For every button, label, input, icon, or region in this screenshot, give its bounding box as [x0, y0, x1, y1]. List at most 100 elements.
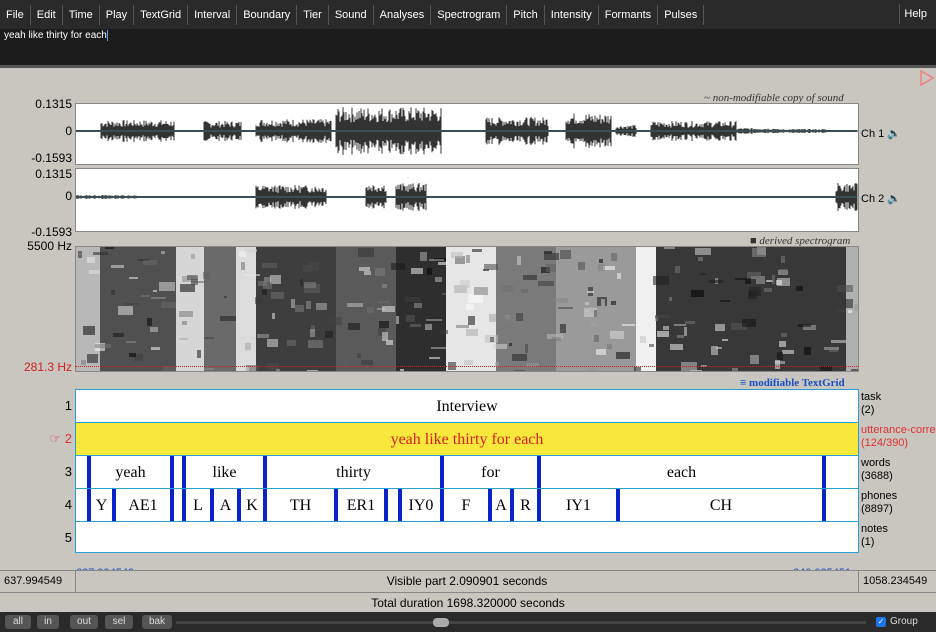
menu-spectrogram[interactable]: Spectrogram: [431, 4, 508, 25]
tier-phones[interactable]: Y AE1 L A K TH ER1 IY0 F A R IY1 CH: [76, 489, 858, 522]
menu-textgrid[interactable]: TextGrid: [134, 4, 189, 25]
tier-words[interactable]: yeah like thirty for each: [76, 456, 858, 489]
ch1-label-text: Ch 1: [861, 128, 885, 140]
menu-bar: File Edit Time Play TextGrid Interval Bo…: [0, 0, 936, 29]
menu-sound[interactable]: Sound: [329, 4, 374, 25]
word-interval[interactable]: yeah: [91, 464, 170, 482]
play-arrow-icon[interactable]: [920, 70, 934, 86]
tier-number-1: 1: [64, 398, 72, 413]
tier-notes[interactable]: [76, 522, 858, 555]
ch2-label-text: Ch 2: [861, 193, 885, 205]
tier-number-5: 5: [64, 530, 72, 545]
tier-count-5: (1): [861, 536, 875, 548]
tier-name-2-text: utterance-corre: [861, 424, 936, 436]
outer-end-time: 1058.234549: [863, 575, 928, 587]
zoom-back-button[interactable]: bak: [142, 615, 172, 629]
ch2-max: 0.1315: [35, 167, 72, 181]
menu-analyses[interactable]: Analyses: [374, 4, 432, 25]
ch1-max: 0.1315: [35, 97, 72, 111]
speaker-icon: 🔈: [887, 128, 902, 140]
tier-utterance[interactable]: yeah like thirty for each: [76, 423, 858, 456]
boundary[interactable]: [822, 456, 826, 488]
zoom-selection-button[interactable]: sel: [105, 615, 133, 629]
spectrogram-top-label: 5500 Hz: [27, 239, 72, 253]
interval-utterance[interactable]: yeah like thirty for each: [76, 431, 858, 449]
word-interval[interactable]: for: [444, 464, 537, 482]
tier-name-2[interactable]: utterance-corre (124/390): [861, 424, 936, 450]
menu-tier[interactable]: Tier: [297, 4, 329, 25]
menu-time[interactable]: Time: [63, 4, 100, 25]
boundary[interactable]: [822, 489, 826, 521]
phone-interval[interactable]: R: [514, 497, 537, 515]
pointer-icon: ☞: [49, 431, 62, 446]
phone-interval[interactable]: IY0: [402, 497, 440, 515]
word-interval[interactable]: like: [186, 464, 263, 482]
visible-range-bar[interactable]: 637.994549 Visible part 2.090901 seconds…: [0, 570, 936, 592]
spectrogram-image: [76, 247, 858, 371]
ch1-zero: 0: [65, 124, 72, 138]
tier-number-2: ☞ 2: [0, 431, 72, 447]
tier-name-4[interactable]: phones (8897): [861, 490, 897, 516]
boundary[interactable]: [170, 456, 174, 488]
interval-task[interactable]: Interview: [76, 398, 858, 416]
phone-interval[interactable]: AE1: [116, 497, 170, 515]
word-interval[interactable]: each: [541, 464, 822, 482]
boundary[interactable]: [384, 489, 388, 521]
menu-boundary[interactable]: Boundary: [237, 4, 298, 25]
boundary[interactable]: [170, 489, 174, 521]
visible-part-label: Visible part 2.090901 seconds: [75, 571, 859, 592]
phone-interval[interactable]: ER1: [338, 497, 384, 515]
spectrogram[interactable]: [75, 246, 859, 372]
tier-name-1-text: task: [861, 391, 882, 403]
ch1-min: -0.1593: [31, 151, 72, 165]
tier-name-3-text: words: [861, 457, 891, 469]
phone-interval[interactable]: IY1: [541, 497, 616, 515]
ch2-label[interactable]: Ch 2 🔈: [861, 192, 901, 205]
zoom-all-button[interactable]: all: [5, 615, 31, 629]
text-field-value: yeah like thirty for each: [4, 30, 107, 42]
group-checkbox[interactable]: ✓: [876, 617, 886, 627]
outer-start-time: 637.994549: [4, 575, 63, 587]
menu-pitch[interactable]: Pitch: [507, 4, 545, 25]
menu-edit[interactable]: Edit: [31, 4, 63, 25]
tier-name-4-text: phones: [861, 490, 898, 502]
scrollbar-track[interactable]: [176, 621, 866, 624]
menu-intensity[interactable]: Intensity: [545, 4, 599, 25]
tier-count-1: (2): [861, 404, 875, 416]
ch2-min: -0.1593: [31, 225, 72, 239]
word-interval[interactable]: thirty: [267, 464, 440, 482]
phone-interval[interactable]: TH: [267, 497, 334, 515]
menu-interval[interactable]: Interval: [188, 4, 238, 25]
menu-file[interactable]: File: [0, 4, 31, 25]
phone-interval[interactable]: K: [241, 497, 263, 515]
textgrid-area: Interview yeah like thirty for each yeah…: [75, 389, 859, 553]
tier-number-2-text: 2: [64, 431, 72, 446]
menu-formants[interactable]: Formants: [599, 4, 659, 25]
phone-interval[interactable]: A: [214, 497, 237, 515]
zoom-out-button[interactable]: out: [70, 615, 98, 629]
waveform-ch2[interactable]: [75, 168, 859, 232]
phone-interval[interactable]: F: [444, 497, 488, 515]
tier-number-3: 3: [64, 464, 72, 479]
phone-interval[interactable]: L: [186, 497, 210, 515]
textgrid-icon: ≡: [740, 377, 747, 389]
phone-interval[interactable]: A: [492, 497, 510, 515]
waveform-ch1[interactable]: [75, 103, 859, 165]
text-field[interactable]: yeah like thirty for each: [0, 29, 936, 65]
tier-count-2: (124/390): [861, 437, 909, 449]
tier-count-4: (8897): [861, 503, 893, 515]
scrollbar-thumb[interactable]: [433, 618, 449, 627]
menu-pulses[interactable]: Pulses: [658, 4, 705, 25]
tier-task[interactable]: Interview: [76, 390, 858, 423]
tier-name-3[interactable]: words (3688): [861, 457, 893, 483]
tier-name-1[interactable]: task (2): [861, 391, 881, 417]
total-duration-bar[interactable]: Total duration 1698.320000 seconds: [0, 592, 936, 612]
zoom-in-button[interactable]: in: [37, 615, 59, 629]
phone-interval[interactable]: Y: [91, 497, 112, 515]
tier-name-5[interactable]: notes (1): [861, 523, 888, 549]
menu-play[interactable]: Play: [100, 4, 135, 25]
menu-help[interactable]: Help: [899, 4, 931, 24]
phone-interval[interactable]: CH: [620, 497, 822, 515]
ch1-label[interactable]: Ch 1 🔈: [861, 127, 901, 140]
spectrogram-bottom-label: 281.3 Hz: [23, 360, 72, 374]
